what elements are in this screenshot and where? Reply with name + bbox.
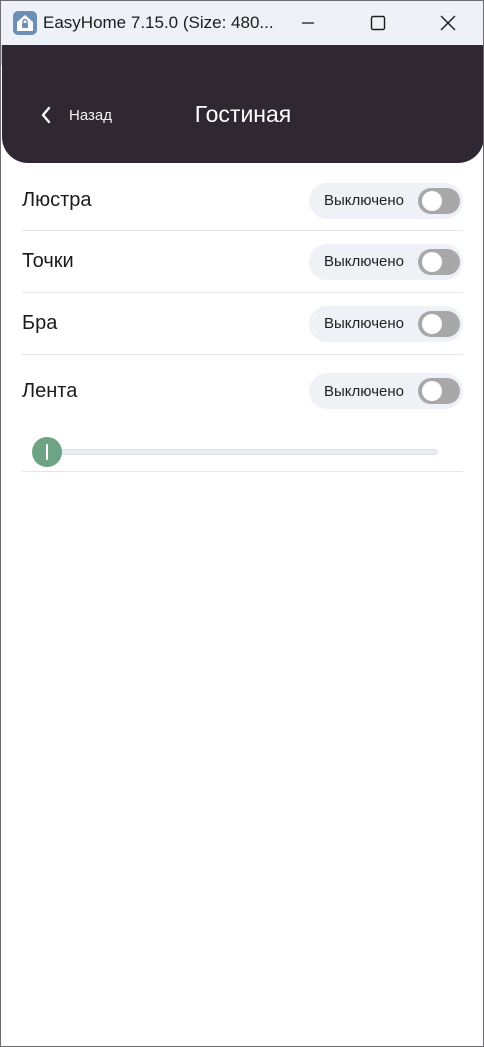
list-item: Точки Выключено: [22, 231, 463, 293]
list-item: Люстра Выключено: [22, 171, 463, 231]
switch-knob: [422, 190, 442, 211]
device-toggle[interactable]: Выключено: [309, 243, 463, 280]
toggle-state-text: Выключено: [324, 192, 404, 209]
maximize-icon: [370, 15, 386, 31]
brightness-slider[interactable]: [22, 427, 463, 472]
device-label: Лента: [22, 379, 78, 402]
close-button[interactable]: [413, 1, 483, 45]
minimize-icon: [302, 22, 314, 24]
maximize-button[interactable]: [343, 1, 413, 45]
device-toggle[interactable]: Выключено: [309, 305, 463, 342]
home-lock-icon: [13, 11, 37, 35]
device-label: Люстра: [22, 189, 92, 211]
device-toggle[interactable]: Выключено: [309, 373, 463, 409]
device-toggle[interactable]: Выключено: [309, 182, 463, 219]
toggle-state-text: Выключено: [324, 315, 404, 332]
window-title: EasyHome 7.15.0 (Size: 480...: [43, 13, 273, 32]
list-item: Лента Выключено: [22, 355, 463, 427]
list-item: Бра Выключено: [22, 293, 463, 355]
switch-off[interactable]: [418, 310, 460, 337]
device-label: Точки: [22, 250, 74, 272]
device-label: Бра: [22, 312, 58, 334]
close-icon: [440, 15, 456, 31]
switch-off[interactable]: [418, 187, 460, 214]
toggle-state-text: Выключено: [324, 382, 404, 400]
title-bar[interactable]: EasyHome 7.15.0 (Size: 480...: [1, 1, 483, 45]
switch-knob: [422, 313, 442, 334]
minimize-button[interactable]: [273, 1, 343, 45]
device-list: Люстра Выключено Точки Выключено Бра Вык…: [22, 171, 463, 472]
switch-knob: [422, 381, 442, 401]
toggle-state-text: Выключено: [324, 253, 404, 270]
switch-off[interactable]: [418, 378, 460, 404]
app-window: EasyHome 7.15.0 (Size: 480... Назад Гост…: [0, 0, 484, 1047]
page-title: Гостиная: [194, 101, 292, 127]
switch-knob: [422, 251, 442, 272]
switch-off[interactable]: [418, 248, 460, 275]
slider-track[interactable]: [46, 449, 438, 455]
slider-thumb[interactable]: [32, 437, 62, 467]
